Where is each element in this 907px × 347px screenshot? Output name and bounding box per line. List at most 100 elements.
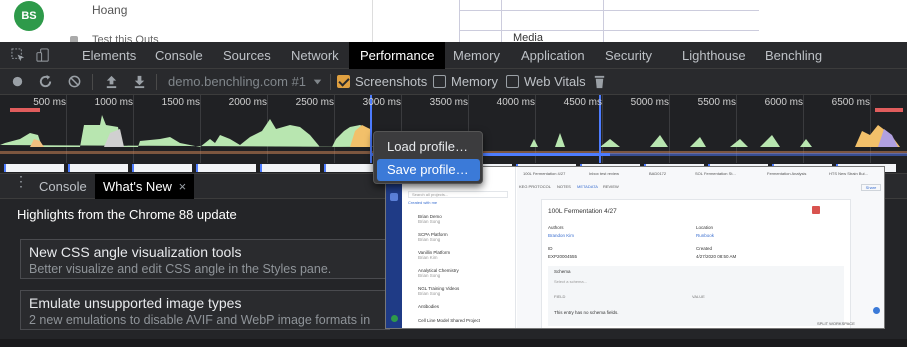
close-icon[interactable]: × [179,179,187,194]
schema-section: Schema Select a schema... FIELD VALUE Th… [548,266,844,326]
tab-elements[interactable]: Elements [71,42,147,69]
id-value: EXP20004555 [548,254,578,259]
tick-label: 2000 ms [228,97,267,108]
clear-icon[interactable] [67,74,82,89]
preview-subtab: METADATA [577,184,598,189]
filmstrip-frame[interactable] [260,164,320,172]
list-item: Antibodies [418,304,440,309]
download-icon[interactable] [132,74,147,89]
tick-label: 2500 ms [295,97,334,108]
value-header: VALUE [692,294,705,299]
tick-label: 4500 ms [563,97,602,108]
tab-lighthouse[interactable]: Lighthouse [671,42,757,69]
drawer-menu-icon[interactable]: ⋮ [14,174,28,193]
help-icon [873,307,880,314]
profile-context-menu: Load profile… Save profile… [373,131,483,184]
id-label: ID [548,246,553,251]
preview-tab: HTS New Strain Bui... [829,171,868,176]
upload-icon[interactable] [104,74,119,89]
table-col-divider [459,0,460,42]
target-select[interactable]: demo.benchling.com #1 [168,74,306,89]
split-workspace-button: SPLIT WORKSPACE [817,321,855,326]
avatar [391,315,398,322]
preview-entry: 100L Fermentation 4/27 Inbox test review… [517,167,884,328]
save-profile-menu-item[interactable]: Save profile… [377,159,480,181]
tick-label: 3000 ms [362,97,401,108]
filmstrip-frame[interactable] [4,164,64,172]
tick-label: 5500 ms [697,97,736,108]
list-item: Analytical Chemistry Brian Song [418,268,459,278]
table-col-divider [501,0,502,42]
tab-network[interactable]: Network [280,42,350,69]
load-profile-menu-item[interactable]: Load profile… [377,136,480,158]
tab-application[interactable]: Application [510,42,596,69]
tick-label: 5000 ms [630,97,669,108]
tick-label: 1000 ms [94,97,133,108]
preview-tab: Inbox test review [589,171,620,176]
tick-label: 4000 ms [496,97,535,108]
device-toolbar-icon[interactable] [36,48,51,63]
card-subtitle: 2 new emulations to disable AVIF and Web… [29,313,371,327]
share-button: Share [861,184,881,191]
web-vitals-checkbox[interactable] [506,75,519,88]
tab-sources[interactable]: Sources [212,42,282,69]
tick-label: 3500 ms [429,97,468,108]
preview-project-list: Search all projects... Created with me B… [402,167,516,328]
preview-subtab: REVIEW [603,184,619,189]
field-header: FIELD [554,294,566,299]
drawer-tab-whats-new[interactable]: What's New × [95,174,195,199]
authors-label: Authors [548,225,564,230]
toolbar-divider [156,74,157,90]
list-item: Vanillin Platform Brian Kim [418,250,451,260]
table-cell: Media [513,32,543,42]
screenshots-checkbox[interactable] [337,75,350,88]
filmstrip-frame[interactable] [132,164,192,172]
schema-select: Select a schema... [554,279,587,284]
preview-tab: BAD0172 [649,171,667,176]
toolbar-divider [330,74,331,90]
trash-icon[interactable] [592,74,607,89]
tick-label: 6500 ms [831,97,870,108]
preview-app-sidebar [386,167,402,328]
inspected-page: BS Hoang Test this Outs Media [0,0,907,42]
search-input: Search all projects... [408,191,508,198]
whats-new-card[interactable]: New CSS angle visualization tools Better… [20,239,390,279]
record-icon[interactable] [10,74,25,89]
tab-console[interactable]: Console [144,42,214,69]
list-item: Cell Line Model Shared Project [418,318,481,323]
inspect-element-icon[interactable] [11,48,26,63]
tab-memory[interactable]: Memory [442,42,511,69]
preview-tab: SOL Fermentation St... [695,171,736,176]
tab-security[interactable]: Security [594,42,663,69]
tab-benchling[interactable]: Benchling [754,42,833,69]
preview-metadata-card: 100L Fermentation 4/27 Authors Brandon K… [541,199,851,328]
schema-label: Schema [554,269,571,274]
chevron-down-icon[interactable] [310,74,325,89]
devtools-tabbar: Elements Console Sources Network Perform… [0,42,907,69]
page-table: Media [372,0,907,42]
preview-tab: 100L Fermentation 4/27 [523,171,566,176]
whats-new-heading: Highlights from the Chrome 88 update [17,207,237,222]
location-label: Location [696,225,714,230]
created-value: 4/27/2020 08:50 AM [696,254,737,259]
tab-performance[interactable]: Performance [349,42,446,69]
table-row-divider [459,30,759,31]
screenshot-preview: Search all projects... Created with me B… [385,166,885,329]
drawer-tab-console[interactable]: Console [31,174,95,199]
memory-checkbox[interactable] [433,75,446,88]
created-label: Created [696,246,713,251]
list-item: NGL Training Videos Brian Song [418,286,460,296]
filter-label: Created with me [408,200,438,205]
card-title: New CSS angle visualization tools [29,244,242,260]
filmstrip-frame[interactable] [68,164,128,172]
table-col-divider [603,0,604,42]
whats-new-card[interactable]: Emulate unsupported image types 2 new em… [20,290,390,330]
card-title: Emulate unsupported image types [29,295,242,311]
location-value: Runbook [696,233,715,238]
reload-icon[interactable] [38,74,53,89]
bottom-edge [0,339,907,347]
avatar[interactable]: BS [14,1,44,31]
entry-title: 100L Fermentation 4/27 [548,208,617,215]
user-name: Hoang [92,3,128,17]
filmstrip-frame[interactable] [196,164,256,172]
